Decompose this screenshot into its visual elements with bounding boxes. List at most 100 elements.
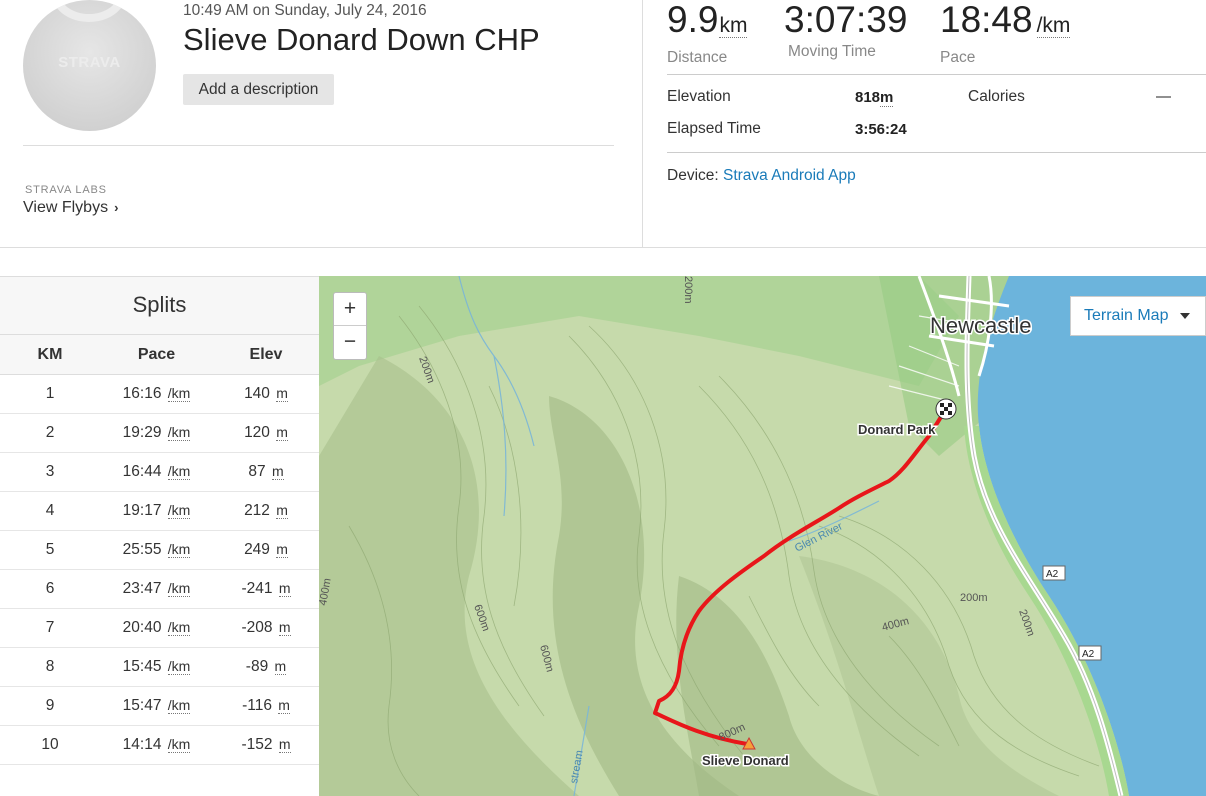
map-type-dropdown[interactable]: Terrain Map bbox=[1070, 296, 1206, 336]
splits-panel: Splits KM Pace Elev 1 16:16 /km 140 m 2 19:2… bbox=[0, 276, 319, 796]
split-km: 10 bbox=[41, 736, 59, 753]
split-pace-value: 20:40 bbox=[122, 619, 162, 636]
stat-pace: 18:48/km Pace bbox=[940, 0, 1071, 67]
caret-down-icon bbox=[1180, 312, 1191, 319]
split-elev: -241 m bbox=[213, 580, 319, 598]
split-row[interactable]: 8 15:45 /km -89 m bbox=[0, 648, 319, 687]
split-km: 4 bbox=[45, 502, 55, 519]
split-km: 3 bbox=[45, 463, 55, 480]
split-row[interactable]: 4 19:17 /km 212 m bbox=[0, 492, 319, 531]
splits-title: Splits bbox=[0, 276, 319, 335]
split-row[interactable]: 6 23:47 /km -241 m bbox=[0, 570, 319, 609]
split-pace-unit: /km bbox=[167, 697, 191, 714]
split-pace: 14:14 /km bbox=[100, 736, 213, 754]
athlete-avatar[interactable]: STRAVA bbox=[23, 0, 156, 131]
stat-moving-time: 3:07:39 Moving Time bbox=[784, 0, 907, 61]
distance-value: 9.9 bbox=[667, 0, 719, 40]
device-link[interactable]: Strava Android App bbox=[723, 167, 856, 184]
split-elev: 212 m bbox=[213, 502, 319, 520]
split-elev-unit: m bbox=[276, 385, 288, 402]
split-pace-unit: /km bbox=[167, 736, 191, 753]
split-elev: -89 m bbox=[213, 658, 319, 676]
road-badge: A2 bbox=[1078, 645, 1102, 661]
split-km: 7 bbox=[45, 619, 55, 636]
splits-header-row: KM Pace Elev bbox=[0, 335, 319, 375]
route-map[interactable]: Newcastle Donard Park Slieve Donard Glen… bbox=[319, 276, 1206, 796]
activity-title: Slieve Donard Down CHP bbox=[183, 22, 540, 57]
elapsed-time-label: Elapsed Time bbox=[667, 120, 761, 137]
add-description-button[interactable]: Add a description bbox=[183, 74, 334, 105]
split-pace-unit: /km bbox=[167, 424, 191, 441]
split-km: 5 bbox=[45, 541, 55, 558]
col-pace: Pace bbox=[137, 345, 176, 363]
split-pace-unit: /km bbox=[167, 385, 191, 402]
split-elev-value: -89 bbox=[245, 658, 269, 675]
split-elev-unit: m bbox=[271, 463, 284, 480]
split-pace: 15:47 /km bbox=[100, 697, 213, 715]
device-label: Device: bbox=[667, 167, 719, 184]
zoom-control: + − bbox=[333, 292, 367, 360]
stat-distance: 9.9km Distance bbox=[667, 0, 748, 67]
zoom-in-button[interactable]: + bbox=[334, 293, 366, 326]
split-elev-unit: m bbox=[276, 424, 288, 441]
checkered-flag-icon[interactable] bbox=[935, 398, 957, 420]
split-row[interactable]: 1 16:16 /km 140 m bbox=[0, 375, 319, 414]
contour-label: 200m bbox=[682, 276, 694, 304]
split-elev-value: -208 bbox=[241, 619, 273, 636]
col-km: KM bbox=[37, 345, 63, 363]
distance-label: Distance bbox=[667, 49, 728, 66]
split-row[interactable]: 2 19:29 /km 120 m bbox=[0, 414, 319, 453]
chevron-right-icon: › bbox=[114, 200, 119, 215]
device-info: Device: Strava Android App bbox=[667, 167, 856, 185]
split-pace-value: 19:17 bbox=[122, 502, 162, 519]
elevation-number: 818 bbox=[855, 89, 881, 106]
split-elev-value: 212 bbox=[244, 502, 270, 519]
map-type-label: Terrain Map bbox=[1084, 307, 1169, 324]
split-row[interactable]: 3 16:44 /km 87 m bbox=[0, 453, 319, 492]
view-flybys-link[interactable]: View Flybys › bbox=[23, 199, 118, 217]
split-km: 9 bbox=[45, 697, 55, 714]
split-pace-unit: /km bbox=[167, 463, 191, 480]
activity-datetime: 10:49 AM on Sunday, July 24, 2016 bbox=[183, 2, 427, 19]
split-row[interactable]: 10 14:14 /km -152 m bbox=[0, 726, 319, 765]
split-elev-value: 120 bbox=[244, 424, 270, 441]
split-pace: 19:29 /km bbox=[100, 424, 213, 442]
split-elev-unit: m bbox=[278, 580, 291, 597]
split-pace-value: 25:55 bbox=[122, 541, 162, 558]
split-pace-value: 16:16 bbox=[122, 385, 162, 402]
moving-time-value: 3:07:39 bbox=[784, 0, 908, 40]
road-label: A2 bbox=[1046, 569, 1059, 580]
calories-value: — bbox=[1156, 88, 1171, 105]
split-elev-value: 140 bbox=[244, 385, 270, 402]
split-elev-unit: m bbox=[278, 697, 290, 714]
split-pace-value: 23:47 bbox=[122, 580, 162, 597]
split-row[interactable]: 9 15:47 /km -116 m bbox=[0, 687, 319, 726]
road-label: A2 bbox=[1082, 649, 1095, 660]
split-pace-unit: /km bbox=[167, 658, 191, 675]
split-pace: 15:45 /km bbox=[100, 658, 213, 676]
zoom-out-button[interactable]: − bbox=[334, 326, 366, 359]
pace-unit: /km bbox=[1036, 14, 1071, 38]
label-newcastle: Newcastle bbox=[930, 313, 1031, 338]
split-pace: 16:44 /km bbox=[100, 463, 213, 481]
divider bbox=[667, 74, 1206, 75]
split-pace-value: 16:44 bbox=[122, 463, 162, 480]
split-row[interactable]: 7 20:40 /km -208 m bbox=[0, 609, 319, 648]
split-km: 8 bbox=[45, 658, 55, 675]
split-pace-unit: /km bbox=[167, 502, 191, 519]
col-elev: Elev bbox=[249, 345, 283, 363]
split-pace-value: 19:29 bbox=[122, 424, 162, 441]
split-elev-value: 87 bbox=[248, 463, 266, 480]
split-elev: -152 m bbox=[213, 736, 319, 754]
split-pace-value: 15:47 bbox=[122, 697, 162, 714]
elevation-unit: m bbox=[880, 89, 894, 107]
split-elev: -116 m bbox=[213, 697, 319, 715]
split-pace-value: 15:45 bbox=[122, 658, 162, 675]
moving-time-label: Moving Time bbox=[788, 43, 876, 60]
split-pace: 23:47 /km bbox=[100, 580, 213, 598]
split-elev-unit: m bbox=[278, 619, 291, 636]
pace-value: 18:48 bbox=[940, 0, 1033, 40]
strava-logo: STRAVA bbox=[58, 54, 121, 71]
map-canvas[interactable]: Newcastle Donard Park Slieve Donard Glen… bbox=[319, 276, 1206, 796]
split-row[interactable]: 5 25:55 /km 249 m bbox=[0, 531, 319, 570]
